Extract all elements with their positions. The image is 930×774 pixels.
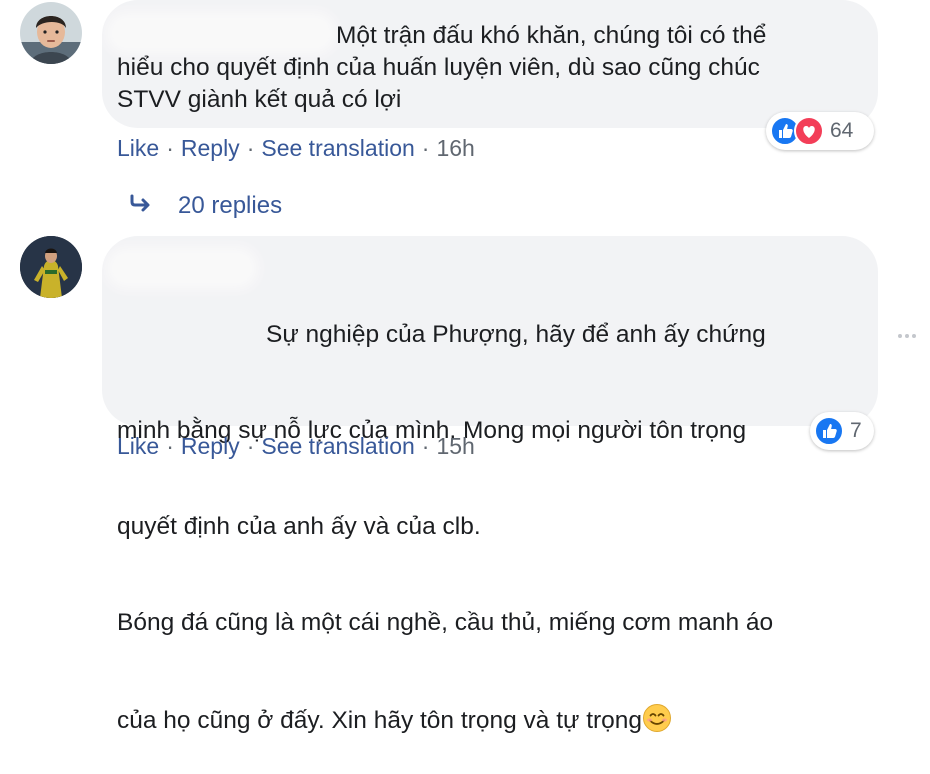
- separator-dot: ·: [166, 135, 174, 161]
- separator-dot: ·: [246, 433, 255, 459]
- reply-arrow-icon: [130, 192, 152, 220]
- reaction-summary[interactable]: 64: [766, 112, 874, 150]
- comment-actions: Like · Reply · See translation · 16h: [117, 135, 475, 162]
- comment-line: Sự nghiệp của Phượng, hãy để anh ấy chứn…: [266, 321, 766, 348]
- separator-dot: ·: [421, 433, 430, 459]
- timestamp[interactable]: 15h: [436, 433, 474, 459]
- comment-text: Một trận đấu khó khăn, chúng tôi có thể …: [117, 22, 767, 113]
- commenter-avatar[interactable]: [20, 2, 82, 64]
- see-translation-link[interactable]: See translation: [261, 433, 414, 459]
- like-reaction-icon: [814, 416, 844, 446]
- comment-text: Sự nghiệp của Phượng, hãy để anh ấy chứn…: [117, 255, 867, 774]
- love-reaction-icon: [794, 116, 824, 146]
- more-dot: [912, 334, 916, 338]
- separator-dot: ·: [166, 433, 174, 459]
- smiling-face-icon: [642, 703, 672, 742]
- more-dot: [905, 334, 909, 338]
- separator-dot: ·: [421, 135, 430, 161]
- comment-line: của họ cũng ở đấy. Xin hãy tôn trọng và …: [117, 707, 643, 734]
- commenter-avatar[interactable]: [20, 236, 82, 298]
- comment-actions: Like · Reply · See translation · 15h: [117, 433, 475, 460]
- see-translation-link[interactable]: See translation: [261, 135, 414, 161]
- separator-dot: ·: [246, 135, 255, 161]
- reply-link[interactable]: Reply: [181, 433, 240, 459]
- reaction-summary[interactable]: 7: [810, 412, 874, 450]
- reply-link[interactable]: Reply: [181, 135, 240, 161]
- comment-line: Bóng đá cũng là một cái nghề, cầu thủ, m…: [117, 609, 774, 636]
- comment-line-with-emoji: của họ cũng ở đấy. Xin hãy tôn trọng và …: [117, 703, 867, 742]
- reaction-count: 7: [850, 419, 862, 442]
- replies-count-label: 20 replies: [178, 192, 283, 219]
- comment-line: quyết định của anh ấy và của clb.: [117, 513, 481, 540]
- like-link[interactable]: Like: [117, 135, 159, 161]
- timestamp[interactable]: 16h: [436, 135, 474, 161]
- like-link[interactable]: Like: [117, 433, 159, 459]
- more-options-icon[interactable]: [898, 334, 916, 338]
- reaction-count: 64: [830, 119, 854, 142]
- more-dot: [898, 334, 902, 338]
- view-replies-link[interactable]: 20 replies: [130, 192, 282, 220]
